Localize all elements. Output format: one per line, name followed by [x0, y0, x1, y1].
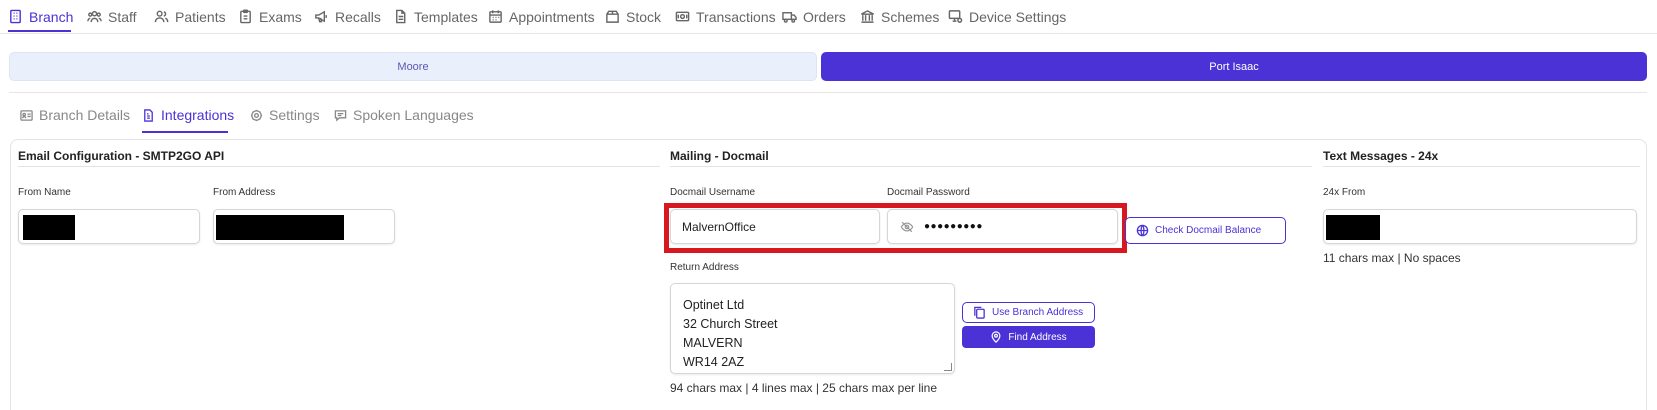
address-line: WR14 2AZ: [683, 355, 745, 369]
nav-branch-label: Branch: [29, 8, 74, 25]
nav-exams-label: Exams: [259, 8, 302, 25]
address-line: 32 Church Street: [683, 317, 778, 331]
use-branch-address-label: Use Branch Address: [992, 307, 1084, 318]
truck-icon: [782, 12, 797, 23]
nav-patients-label: Patients: [175, 8, 226, 25]
nav-stock[interactable]: Stock: [605, 0, 661, 33]
check-docmail-balance-label: Check Docmail Balance: [1155, 225, 1262, 236]
tab-branch-details[interactable]: Branch Details: [20, 104, 130, 126]
gear-icon: [250, 109, 263, 121]
building-icon: [10, 9, 21, 24]
tab-settings[interactable]: Settings: [250, 104, 320, 126]
bank-icon: [861, 10, 874, 23]
tab-integrations-label: Integrations: [161, 107, 235, 123]
nav-templates-label: Templates: [414, 8, 478, 25]
money-icon: [675, 11, 690, 22]
address-hint: 94 chars max | 4 lines max | 25 chars ma…: [670, 381, 938, 395]
branch-switch-port-isaac[interactable]: Port Isaac: [821, 52, 1647, 81]
redacted-value: [23, 215, 75, 240]
nav-orders-label: Orders: [803, 8, 846, 25]
clipboard-icon: [240, 9, 251, 24]
megaphone-icon: [315, 10, 327, 23]
nav-orders[interactable]: Orders: [782, 0, 846, 33]
nav-stock-label: Stock: [626, 8, 662, 25]
copy-icon: [974, 306, 985, 319]
24x-from-field[interactable]: [1323, 209, 1637, 244]
users-icon: [154, 10, 169, 23]
24x-from-label: 24x From: [1323, 187, 1366, 198]
nav-active-underline: [8, 30, 71, 32]
map-pin-icon: [991, 331, 1001, 343]
tab-settings-label: Settings: [269, 107, 320, 123]
tab-integrations[interactable]: Integrations: [142, 104, 234, 126]
nav-templates[interactable]: Templates: [393, 0, 478, 33]
return-address-textarea[interactable]: Optinet Ltd 32 Church Street MALVERN WR1…: [670, 283, 955, 374]
nav-schemes-label: Schemes: [881, 8, 940, 25]
staff-icon: [87, 10, 102, 23]
docmail-username-label: Docmail Username: [670, 187, 756, 198]
from-name-field[interactable]: [18, 209, 200, 244]
redacted-value: [1326, 215, 1380, 240]
nav-branch[interactable]: Branch: [8, 0, 73, 33]
nav-appointments[interactable]: Appointments: [488, 0, 595, 33]
address-line: MALVERN: [683, 336, 743, 350]
nav-patients[interactable]: Patients: [154, 0, 226, 33]
use-branch-address-button[interactable]: Use Branch Address: [962, 302, 1095, 323]
docmail-password-label: Docmail Password: [887, 187, 970, 198]
check-docmail-balance-button[interactable]: Check Docmail Balance: [1125, 217, 1286, 244]
nav-transactions-label: Transactions: [696, 8, 776, 25]
find-address-button[interactable]: Find Address: [962, 326, 1095, 348]
branch-switch-moore[interactable]: Moore: [9, 52, 817, 81]
nav-appointments-label: Appointments: [509, 8, 595, 25]
text-messages-section-title: Text Messages - 24x: [1323, 149, 1439, 163]
divider: [9, 92, 1647, 93]
box-icon: [606, 10, 619, 23]
nav-staff-label: Staff: [108, 8, 137, 25]
email-section-divider: [18, 166, 660, 167]
from-name-label: From Name: [18, 187, 71, 198]
nav-exams[interactable]: Exams: [238, 0, 302, 33]
return-address-label: Return Address: [670, 262, 739, 273]
top-navigation: Branch Staff Patients Exams Recalls Temp…: [0, 0, 1657, 34]
text-messages-section-divider: [1323, 166, 1640, 167]
nav-transactions[interactable]: Transactions: [675, 0, 776, 33]
from-address-label: From Address: [213, 187, 276, 198]
nav-recalls[interactable]: Recalls: [314, 0, 381, 33]
tab-branch-details-label: Branch Details: [39, 107, 131, 123]
nav-device-settings[interactable]: Device Settings: [948, 0, 1066, 33]
redacted-value: [216, 215, 344, 240]
resize-handle[interactable]: [944, 363, 952, 371]
mailing-section-title: Mailing - Docmail: [670, 149, 769, 163]
tab-spoken-languages-label: Spoken Languages: [353, 107, 474, 123]
id-card-icon: [20, 109, 33, 121]
nav-schemes[interactable]: Schemes: [860, 0, 939, 33]
calendar-icon: [489, 10, 502, 23]
from-address-field[interactable]: [213, 209, 395, 244]
email-section-title: Email Configuration - SMTP2GO API: [18, 149, 225, 163]
find-address-label: Find Address: [1008, 331, 1067, 343]
nav-recalls-label: Recalls: [335, 8, 381, 25]
integration-icon: [144, 108, 153, 122]
24x-from-hint: 11 chars max | No spaces: [1323, 251, 1461, 265]
speech-icon: [334, 109, 347, 122]
address-line: Optinet Ltd: [683, 298, 745, 312]
tab-active-underline: [142, 131, 228, 133]
highlight-box: [664, 203, 1127, 253]
document-icon: [396, 9, 406, 24]
tab-spoken-languages[interactable]: Spoken Languages: [334, 104, 474, 126]
nav-device-settings-label: Device Settings: [969, 8, 1067, 25]
mailing-section-divider: [670, 166, 1312, 167]
globe-icon: [1136, 224, 1149, 237]
device-settings-icon: [948, 10, 963, 23]
nav-staff[interactable]: Staff: [87, 0, 137, 33]
